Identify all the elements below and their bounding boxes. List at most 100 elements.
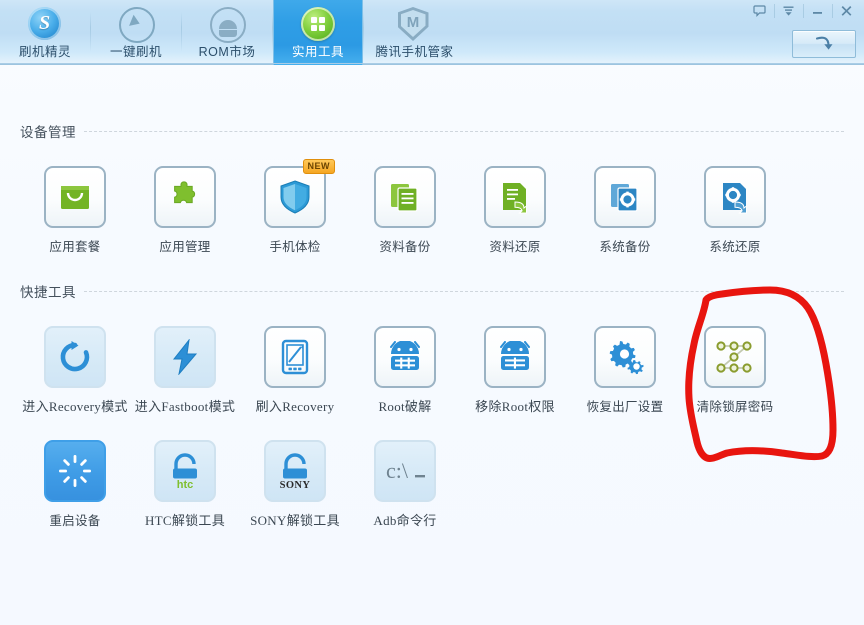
nav-tab-label: 刷机精灵 (18, 45, 71, 59)
phone-edit-icon (281, 339, 309, 375)
section-header-device-management: 设备管理 (20, 121, 844, 141)
tool-tile (264, 326, 326, 388)
grid-icon (301, 7, 335, 41)
tool-system-backup[interactable]: 系统备份 (570, 166, 680, 255)
tool-phone-checkup[interactable]: NEW 手机体检 (240, 159, 350, 255)
refresh-icon (60, 341, 90, 372)
section-title: 设备管理 (20, 125, 76, 140)
tool-tile (594, 326, 656, 388)
docs-green-icon (391, 184, 418, 212)
tool-label: 系统还原 (709, 240, 761, 254)
tool-tile (44, 440, 106, 502)
doc-restore-icon (503, 183, 527, 214)
tool-label: 应用套餐 (49, 240, 101, 254)
tool-adb-command-line[interactable]: c:\ Adb命令行 (350, 440, 460, 529)
tool-tile (154, 166, 216, 228)
tool-reboot-device[interactable]: 重启设备 (20, 440, 130, 529)
tool-flash-recovery[interactable]: 刷入Recovery (240, 326, 350, 415)
utilities-content: 设备管理 应用套餐 应用管理 NEW 手机体检 资料备份 资料还原 系统备份 系… (0, 65, 864, 529)
tool-label: 进入Recovery模式 (22, 399, 128, 414)
tool-data-restore[interactable]: 资料还原 (460, 166, 570, 255)
svg-text:htc: htc (177, 479, 194, 491)
nav-tab-label: 一键刷机 (109, 45, 162, 59)
tool-tile (44, 326, 106, 388)
new-badge: NEW (302, 159, 335, 174)
section-header-quick-tools: 快捷工具 (20, 281, 844, 301)
tool-app-package[interactable]: 应用套餐 (20, 166, 130, 255)
android-unroot-icon (500, 341, 530, 370)
tool-system-restore[interactable]: 系统还原 (680, 166, 790, 255)
tool-tile (374, 166, 436, 228)
title-bar: 刷机精灵 一键刷机 ROM市场 (0, 0, 864, 65)
tool-htc-unlock[interactable]: htc HTC解锁工具 (130, 440, 240, 529)
device-management-row: 应用套餐 应用管理 NEW 手机体检 资料备份 资料还原 系统备份 系统还原 (20, 159, 844, 255)
tool-root[interactable]: Root破解 (350, 326, 460, 415)
android-icon (210, 7, 246, 43)
svg-text:c:\: c:\ (386, 458, 409, 483)
tool-label: 重启设备 (49, 514, 101, 528)
system-backup-icon (611, 184, 638, 212)
tool-label: 应用管理 (159, 240, 211, 254)
tool-data-backup[interactable]: 资料备份 (350, 166, 460, 255)
tool-tile (44, 166, 106, 228)
shield-m-icon: M (398, 7, 432, 41)
window-controls (745, 0, 861, 22)
tool-label: Adb命令行 (373, 513, 437, 528)
tool-tile (484, 166, 546, 228)
download-button[interactable] (792, 30, 856, 58)
nav-tab-one-key-flash[interactable]: 一键刷机 (91, 0, 181, 65)
cmd-prompt-icon: c:\ (386, 458, 425, 483)
tool-tile (594, 166, 656, 228)
tool-tile: htc (154, 440, 216, 502)
android-root-icon (390, 341, 420, 370)
tool-label: Root破解 (378, 399, 432, 414)
close-icon[interactable] (832, 1, 861, 21)
tool-tile: c:\ (374, 440, 436, 502)
section-title: 快捷工具 (20, 285, 76, 300)
nav-tab-label: 腾讯手机管家 (375, 45, 454, 59)
tool-clear-lockscreen-password[interactable]: 清除锁屏密码 (680, 326, 790, 415)
tool-tile (484, 326, 546, 388)
nav-tab-label: 实用工具 (291, 45, 344, 59)
tool-label: 资料还原 (489, 240, 541, 254)
puzzle-icon (174, 181, 196, 204)
section-divider (84, 130, 844, 132)
cursor-icon (119, 7, 155, 43)
tool-factory-reset[interactable]: 恢复出厂设置 (570, 326, 680, 415)
logo-icon (28, 7, 62, 41)
tool-label: HTC解锁工具 (144, 513, 226, 528)
tool-label: 刷入Recovery (255, 399, 335, 414)
tool-enter-recovery[interactable]: 进入Recovery模式 (20, 326, 130, 415)
tool-sony-unlock[interactable]: SONY SONY解锁工具 (240, 440, 350, 529)
download-arrow-icon (815, 36, 833, 50)
system-restore-icon (723, 183, 747, 214)
nav-tab-label: ROM市场 (198, 45, 256, 59)
tool-remove-root[interactable]: 移除Root权限 (460, 326, 570, 415)
menu-icon[interactable] (774, 1, 803, 21)
shield-check-icon (280, 180, 310, 214)
quick-tools-row-2: 重启设备 htc HTC解锁工具 SONY SONY解锁工具 c:\ Adb命令… (20, 440, 844, 529)
tool-app-management[interactable]: 应用管理 (130, 166, 240, 255)
reboot-spinner-icon (59, 455, 91, 487)
app-window: 刷机精灵 一键刷机 ROM市场 (0, 0, 864, 625)
gears-icon (609, 341, 644, 375)
nav-tab-utilities[interactable]: 实用工具 (273, 0, 363, 65)
nav-tab-brand[interactable]: 刷机精灵 (0, 0, 90, 65)
tool-tile (704, 166, 766, 228)
app-package-icon (61, 186, 89, 209)
tool-tile (374, 326, 436, 388)
tool-tile: SONY (264, 440, 326, 502)
tool-label: 资料备份 (379, 240, 431, 254)
tool-label: 手机体检 (269, 240, 321, 254)
tool-tile (154, 326, 216, 388)
feedback-icon[interactable] (745, 1, 774, 21)
nav-tab-rom-market[interactable]: ROM市场 (182, 0, 272, 65)
minimize-icon[interactable] (803, 1, 832, 21)
main-nav-tabs: 刷机精灵 一键刷机 ROM市场 (0, 0, 465, 65)
tool-enter-fastboot[interactable]: 进入Fastboot模式 (130, 326, 240, 415)
nav-tab-tencent-manager[interactable]: M 腾讯手机管家 (364, 0, 465, 65)
tool-label: 系统备份 (599, 240, 651, 254)
htc-unlock-icon: htc (173, 453, 197, 491)
bolt-icon (172, 339, 198, 375)
section-divider (84, 290, 844, 292)
